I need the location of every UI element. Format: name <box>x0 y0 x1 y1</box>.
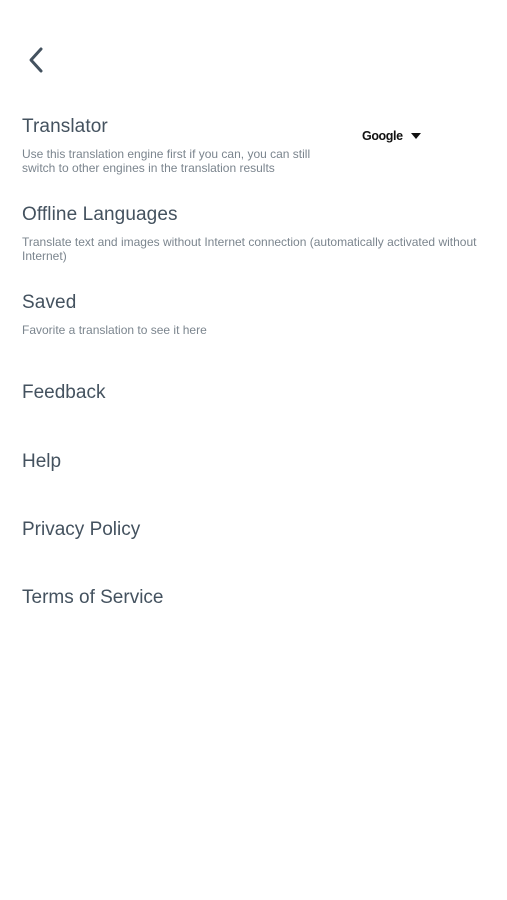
back-button[interactable] <box>18 40 54 80</box>
selected-engine-label: Google <box>362 129 403 143</box>
privacy-policy-item[interactable]: Privacy Policy <box>22 519 140 541</box>
chevron-left-icon <box>26 45 46 75</box>
translator-description: Use this translation engine first if you… <box>22 147 311 175</box>
saved-title: Saved <box>22 292 77 313</box>
offline-languages-item[interactable]: Offline Languages Translate text and ima… <box>22 204 485 263</box>
saved-item[interactable]: Saved Favorite a translation to see it h… <box>22 292 485 337</box>
terms-of-service-item[interactable]: Terms of Service <box>22 587 163 609</box>
feedback-item[interactable]: Feedback <box>22 382 105 404</box>
saved-description: Favorite a translation to see it here <box>22 323 207 337</box>
offline-languages-description: Translate text and images without Intern… <box>22 235 477 263</box>
help-item[interactable]: Help <box>22 451 61 473</box>
translation-engine-select[interactable]: Google <box>362 129 421 143</box>
caret-down-icon <box>410 133 421 139</box>
translator-setting: Translator Use this translation engine f… <box>22 116 485 175</box>
offline-languages-title: Offline Languages <box>22 204 178 225</box>
